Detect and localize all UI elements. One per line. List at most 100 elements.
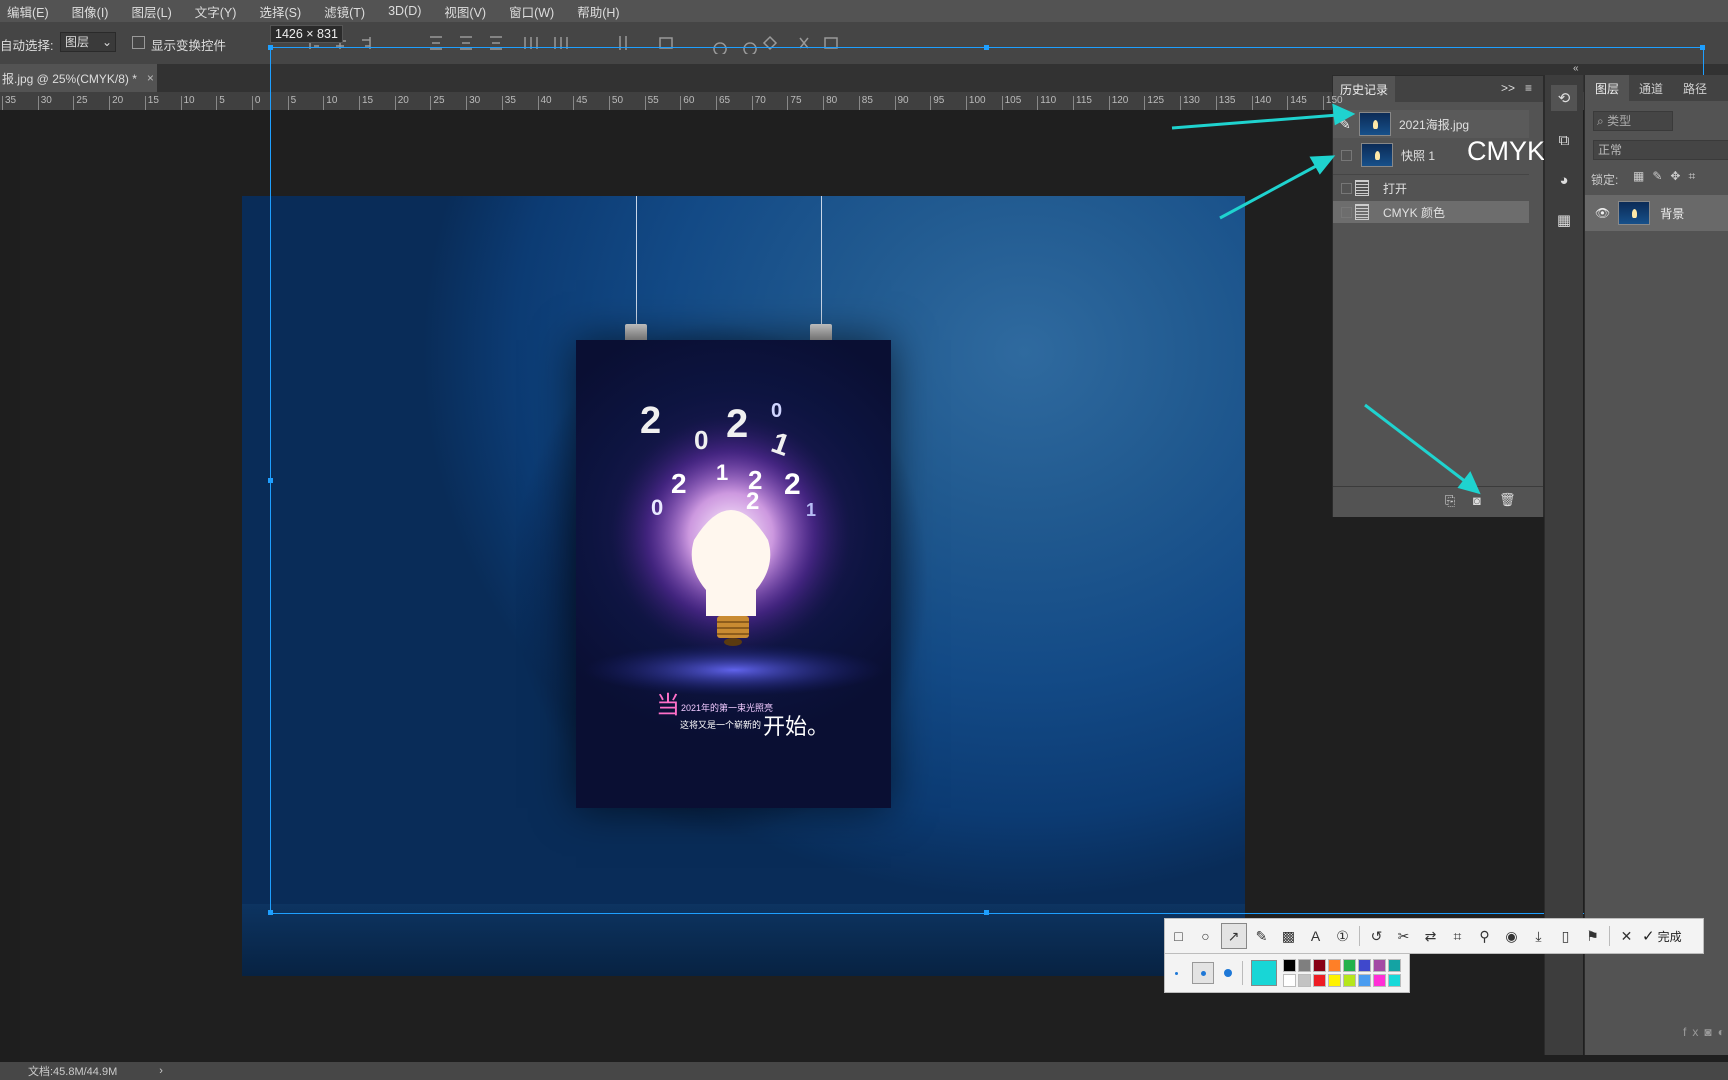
history-step-label: CMYK 颜色 bbox=[1383, 205, 1446, 220]
cancel-icon[interactable]: ✕ bbox=[1615, 924, 1639, 948]
menu-layer[interactable]: 图层(L) bbox=[131, 2, 171, 21]
menu-filter[interactable]: 滤镜(T) bbox=[324, 2, 365, 21]
new-document-from-state-icon[interactable]: ⎘ bbox=[1445, 493, 1455, 509]
show-transform-checkbox[interactable] bbox=[132, 36, 145, 49]
camera-icon[interactable]: ◙ bbox=[1473, 493, 1481, 508]
stroke-size-large[interactable] bbox=[1224, 969, 1232, 977]
download-icon[interactable]: ⤓ bbox=[1527, 924, 1551, 948]
menu-edit[interactable]: 编辑(E) bbox=[7, 2, 49, 21]
menu-help[interactable]: 帮助(H) bbox=[577, 2, 619, 21]
color-swatch[interactable] bbox=[1313, 974, 1326, 987]
vertical-ruler[interactable] bbox=[0, 110, 20, 1070]
selection-handle[interactable] bbox=[984, 45, 989, 50]
layer-footer-icons[interactable]: fx◙◐ bbox=[1683, 1025, 1728, 1039]
trash-icon[interactable]: 🗑 bbox=[1499, 492, 1516, 508]
undo-icon[interactable]: ↺ bbox=[1365, 924, 1389, 948]
menu-type[interactable]: 文字(Y) bbox=[195, 2, 237, 21]
history-step-cmyk[interactable]: CMYK 颜色 bbox=[1333, 201, 1529, 223]
grid-icon[interactable]: ▦ bbox=[1551, 207, 1577, 233]
palette-icon[interactable]: ◕ bbox=[1551, 167, 1577, 193]
ocr-icon[interactable]: ⌗ bbox=[1446, 924, 1470, 948]
history-source-row[interactable]: ✎ 2021海报.jpg bbox=[1333, 110, 1529, 138]
color-swatch[interactable] bbox=[1388, 974, 1401, 987]
ellipse-icon[interactable]: ○ bbox=[1194, 924, 1218, 948]
layer-thumbnail bbox=[1618, 201, 1651, 225]
history-divider bbox=[1333, 174, 1529, 175]
rectangle-icon[interactable]: □ bbox=[1167, 924, 1191, 948]
layer-name: 背景 bbox=[1660, 206, 1685, 221]
color-swatch[interactable] bbox=[1283, 959, 1296, 972]
color-swatch[interactable] bbox=[1343, 974, 1356, 987]
scissors-icon[interactable]: ✂ bbox=[1392, 924, 1416, 948]
ruler-tick-label: 60 bbox=[683, 95, 695, 106]
color-swatch[interactable] bbox=[1358, 959, 1371, 972]
document-tab-label: 报.jpg @ 25%(CMYK/8) * bbox=[2, 71, 137, 86]
clone-source-icon[interactable]: ⧉ bbox=[1551, 127, 1577, 153]
layer-row-background[interactable]: 👁 背景 bbox=[1585, 195, 1728, 231]
stroke-size-medium[interactable] bbox=[1192, 962, 1214, 984]
translate-icon[interactable]: ⇄ bbox=[1419, 924, 1443, 948]
color-swatch[interactable] bbox=[1313, 959, 1326, 972]
ruler-tick bbox=[823, 96, 825, 110]
ruler-tick bbox=[1108, 96, 1110, 110]
lock-icons[interactable]: ▦✎✥⌗ bbox=[1633, 169, 1703, 184]
selection-handle[interactable] bbox=[984, 910, 989, 915]
ruler-tick bbox=[37, 96, 39, 110]
eye-icon[interactable]: 👁 bbox=[1595, 206, 1610, 220]
selection-handle[interactable] bbox=[268, 45, 273, 50]
color-swatch[interactable] bbox=[1283, 974, 1296, 987]
selection-handle[interactable] bbox=[268, 910, 273, 915]
menu-view[interactable]: 视图(V) bbox=[444, 2, 486, 21]
ruler-tick-label: 10 bbox=[326, 95, 338, 106]
color-swatch[interactable] bbox=[1298, 974, 1311, 987]
number-marker-icon[interactable]: ① bbox=[1331, 924, 1355, 948]
color-swatch[interactable] bbox=[1328, 959, 1341, 972]
menu-window[interactable]: 窗口(W) bbox=[509, 2, 554, 21]
arrow-icon[interactable]: ↗ bbox=[1220, 923, 1247, 949]
history-state-checkbox[interactable] bbox=[1341, 206, 1352, 218]
document-tab[interactable]: 报.jpg @ 25%(CMYK/8) * × bbox=[0, 64, 157, 92]
auto-select-dropdown[interactable]: 图层 ⌄ bbox=[60, 32, 116, 52]
pin-icon[interactable]: ⚲ bbox=[1473, 924, 1497, 948]
record-icon[interactable]: ◉ bbox=[1500, 924, 1524, 948]
history-state-checkbox[interactable] bbox=[1341, 182, 1352, 194]
stroke-size-small[interactable] bbox=[1175, 971, 1178, 975]
layer-filter-dropdown[interactable]: ⌕ 类型 bbox=[1593, 111, 1673, 131]
ruler-tick bbox=[965, 96, 967, 110]
menu-select[interactable]: 选择(S) bbox=[259, 2, 301, 21]
document-icon bbox=[1355, 180, 1369, 196]
text-icon[interactable]: A bbox=[1304, 924, 1328, 948]
phone-icon[interactable]: ▯ bbox=[1554, 924, 1578, 948]
history-state-checkbox[interactable] bbox=[1341, 149, 1352, 161]
history-brush-icon[interactable]: ✎ bbox=[1339, 116, 1359, 133]
selection-handle[interactable] bbox=[1700, 45, 1705, 50]
color-swatch[interactable] bbox=[1328, 974, 1341, 987]
color-swatch[interactable] bbox=[1388, 959, 1401, 972]
color-swatch[interactable] bbox=[1343, 959, 1356, 972]
ruler-tick-label: 140 bbox=[1254, 95, 1272, 106]
mosaic-icon[interactable]: ▩ bbox=[1277, 924, 1301, 948]
pen-icon[interactable]: ✎ bbox=[1250, 924, 1274, 948]
menu-image[interactable]: 图像(I) bbox=[72, 2, 109, 21]
done-button[interactable]: ✓ 完成 bbox=[1642, 927, 1682, 945]
current-color-swatch[interactable] bbox=[1251, 960, 1277, 986]
color-swatch[interactable] bbox=[1373, 959, 1386, 972]
menu-3d[interactable]: 3D(D) bbox=[388, 4, 421, 18]
search-icon: ⌕ bbox=[1597, 114, 1604, 128]
ruler-tick bbox=[1001, 96, 1003, 110]
status-chevron-icon[interactable]: › bbox=[159, 1065, 163, 1077]
collapse-icon[interactable]: « bbox=[1573, 63, 1579, 74]
blend-mode-dropdown[interactable]: 正常 bbox=[1593, 140, 1728, 160]
history-step-label: 打开 bbox=[1383, 181, 1408, 196]
close-icon[interactable]: × bbox=[147, 71, 154, 85]
bookmark-icon[interactable]: ⚑ bbox=[1581, 924, 1605, 948]
ruler-tick-label: 15 bbox=[147, 95, 159, 106]
color-swatch[interactable] bbox=[1298, 959, 1311, 972]
color-swatch[interactable] bbox=[1358, 974, 1371, 987]
color-swatch[interactable] bbox=[1373, 974, 1386, 987]
history-step-open[interactable]: 打开 bbox=[1333, 177, 1529, 199]
ruler-tick bbox=[716, 96, 717, 110]
selection-handle[interactable] bbox=[268, 478, 273, 483]
ruler-tick bbox=[323, 96, 325, 110]
ruler-tick-label: 85 bbox=[861, 95, 873, 106]
